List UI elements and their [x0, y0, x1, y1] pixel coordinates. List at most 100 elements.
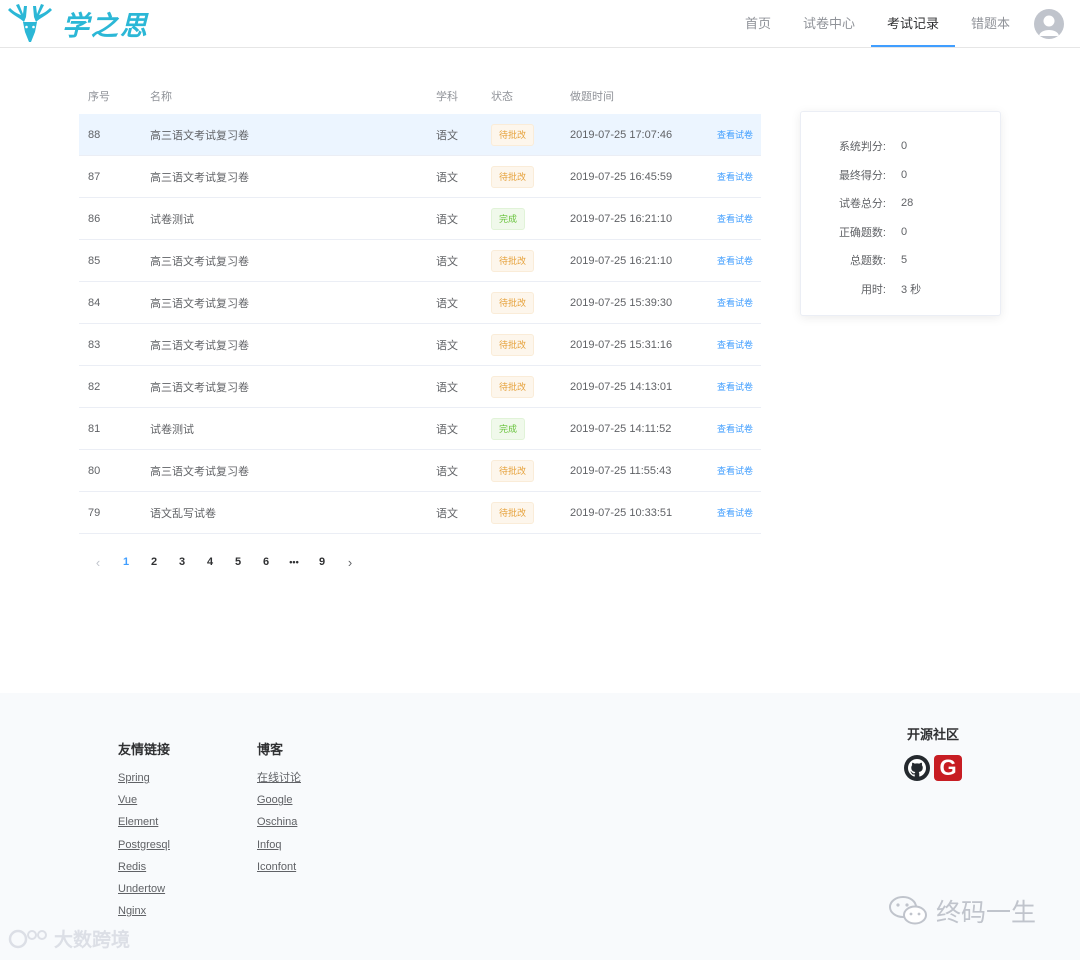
page-6[interactable]: 6 [252, 556, 280, 568]
cell-action: 查看试卷 [695, 464, 761, 477]
cell-status: 待批改 [491, 123, 570, 146]
cell-time: 2019-07-25 16:45:59 [570, 170, 673, 183]
table-row[interactable]: 82 高三语文考试复习卷 语文 待批改 2019-07-25 14:13:01 查看试卷 [79, 366, 761, 408]
cell-subject: 语文 [436, 507, 458, 520]
cell-id: 88 [88, 128, 101, 141]
cell-name: 试卷测试 [150, 423, 194, 436]
cell-time: 2019-07-25 14:13:01 [570, 380, 673, 393]
view-paper-link[interactable]: 查看试卷 [717, 214, 753, 224]
page-4[interactable]: 4 [196, 556, 224, 568]
view-paper-link[interactable]: 查看试卷 [717, 298, 753, 308]
cell-status: 待批改 [491, 165, 570, 188]
page-5[interactable]: 5 [224, 556, 252, 568]
view-paper-link[interactable]: 查看试卷 [717, 340, 753, 350]
logo[interactable]: 学之思 [4, 2, 149, 44]
view-paper-link[interactable]: 查看试卷 [717, 256, 753, 266]
github-icon[interactable] [904, 755, 930, 781]
gitee-icon[interactable]: G [934, 755, 962, 781]
cell-id: 81 [88, 422, 101, 435]
footer-link-google[interactable]: Google [257, 793, 301, 815]
cell-id: 83 [88, 338, 101, 351]
page-2[interactable]: 2 [140, 556, 168, 568]
view-paper-link[interactable]: 查看试卷 [717, 466, 753, 476]
table-row[interactable]: 79 语文乱写试卷 语文 待批改 2019-07-25 10:33:51 查看试卷 [79, 492, 761, 534]
deer-logo-icon [8, 4, 52, 42]
page-ellipsis[interactable]: ••• [280, 557, 308, 567]
nav-wrong-questions[interactable]: 错题本 [955, 0, 1026, 47]
view-paper-link[interactable]: 查看试卷 [717, 382, 753, 392]
footer-link-spring[interactable]: Spring [118, 771, 170, 793]
stat-label: 正确题数: [838, 226, 886, 239]
friend-links-title: 友情链接 [118, 742, 171, 757]
status-badge: 待批改 [491, 375, 535, 398]
footer-link-vue[interactable]: Vue [118, 793, 170, 815]
page-9[interactable]: 9 [308, 556, 336, 568]
cell-status: 待批改 [491, 501, 570, 524]
footer-link-infoq[interactable]: Infoq [257, 838, 301, 860]
cell-id: 80 [88, 464, 101, 477]
cell-status: 待批改 [491, 291, 570, 314]
page-1[interactable]: 1 [112, 556, 140, 568]
cell-status: 待批改 [491, 375, 570, 398]
cell-name: 高三语文考试复习卷 [150, 171, 249, 184]
watermark-logo-icon [8, 929, 47, 948]
cell-subject: 语文 [436, 339, 458, 352]
open-source-community: 开源社区 G [892, 724, 974, 781]
cell-subject: 语文 [436, 297, 458, 310]
cell-id: 85 [88, 254, 101, 267]
footer-link-discussion[interactable]: 在线讨论 [257, 771, 301, 793]
cell-id: 84 [88, 296, 101, 309]
table-row[interactable]: 83 高三语文考试复习卷 语文 待批改 2019-07-25 15:31:16 查看试卷 [79, 324, 761, 366]
main-nav: 首页 试卷中心 考试记录 错题本 [729, 0, 1080, 47]
view-paper-link[interactable]: 查看试卷 [717, 424, 753, 434]
page-3[interactable]: 3 [168, 556, 196, 568]
cell-action: 查看试卷 [695, 338, 761, 351]
table-row[interactable]: 85 高三语文考试复习卷 语文 待批改 2019-07-25 16:21:10 查看试卷 [79, 240, 761, 282]
table-row[interactable]: 86 试卷测试 语文 完成 2019-07-25 16:21:10 查看试卷 [79, 198, 761, 240]
exam-records-table: 序号 名称 学科 状态 做题时间 88 高三语文考试复习卷 语文 待批改 2019-07… [79, 78, 761, 534]
view-paper-link[interactable]: 查看试卷 [717, 508, 753, 518]
cell-name: 高三语文考试复习卷 [150, 339, 249, 352]
wechat-icon [889, 896, 927, 925]
cell-subject: 语文 [436, 213, 458, 226]
cell-status: 待批改 [491, 459, 570, 482]
cell-time: 2019-07-25 16:21:10 [570, 254, 673, 267]
stat-label: 最终得分: [838, 169, 886, 182]
pagination: ‹ 1 2 3 4 5 6 ••• 9 › [84, 550, 364, 574]
score-summary-card: 系统判分: 0 最终得分: 0 试卷总分: 28 正确题数: 0 总题数: 5 … [800, 111, 1001, 316]
table-row[interactable]: 87 高三语文考试复习卷 语文 待批改 2019-07-25 16:45:59 查看试卷 [79, 156, 761, 198]
nav-home[interactable]: 首页 [729, 0, 787, 47]
table-row[interactable]: 88 高三语文考试复习卷 语文 待批改 2019-07-25 17:07:46 查看试卷 [79, 114, 761, 156]
stat-label: 系统判分: [838, 141, 886, 154]
cell-id: 87 [88, 170, 101, 183]
footer-link-oschina[interactable]: Oschina [257, 815, 301, 837]
blog-column: 博客 在线讨论 Google Oschina Infoq Iconfont [257, 739, 301, 882]
view-paper-link[interactable]: 查看试卷 [717, 172, 753, 182]
stat-question-count: 总题数: 5 [801, 246, 1000, 275]
prev-page-button[interactable]: ‹ [84, 555, 112, 570]
top-header: 学之思 首页 试卷中心 考试记录 错题本 [0, 0, 1080, 48]
status-badge: 待批改 [491, 291, 535, 314]
cell-name: 语文乱写试卷 [150, 507, 216, 520]
table-row[interactable]: 81 试卷测试 语文 完成 2019-07-25 14:11:52 查看试卷 [79, 408, 761, 450]
header-status: 状态 [491, 91, 513, 103]
nav-exam-records[interactable]: 考试记录 [870, 0, 955, 47]
user-avatar-icon[interactable] [1034, 8, 1064, 39]
status-badge: 待批改 [491, 501, 535, 524]
cell-subject: 语文 [436, 381, 458, 394]
footer-link-nginx[interactable]: Nginx [118, 904, 170, 926]
next-page-button[interactable]: › [336, 555, 364, 570]
cell-status: 待批改 [491, 333, 570, 356]
footer-link-iconfont[interactable]: Iconfont [257, 860, 301, 882]
status-badge: 待批改 [491, 459, 535, 482]
footer-link-element[interactable]: Element [118, 815, 170, 837]
table-row[interactable]: 84 高三语文考试复习卷 语文 待批改 2019-07-25 15:39:30 查看试卷 [79, 282, 761, 324]
table-row[interactable]: 80 高三语文考试复习卷 语文 待批改 2019-07-25 11:55:43 查看试卷 [79, 450, 761, 492]
footer-link-postgresql[interactable]: Postgresql [118, 838, 170, 860]
footer-link-undertow[interactable]: Undertow [118, 882, 170, 904]
nav-exam-center[interactable]: 试卷中心 [787, 0, 871, 47]
community-icons: G [892, 755, 974, 781]
view-paper-link[interactable]: 查看试卷 [717, 130, 753, 140]
footer-link-redis[interactable]: Redis [118, 860, 170, 882]
cell-time: 2019-07-25 16:21:10 [570, 212, 673, 225]
